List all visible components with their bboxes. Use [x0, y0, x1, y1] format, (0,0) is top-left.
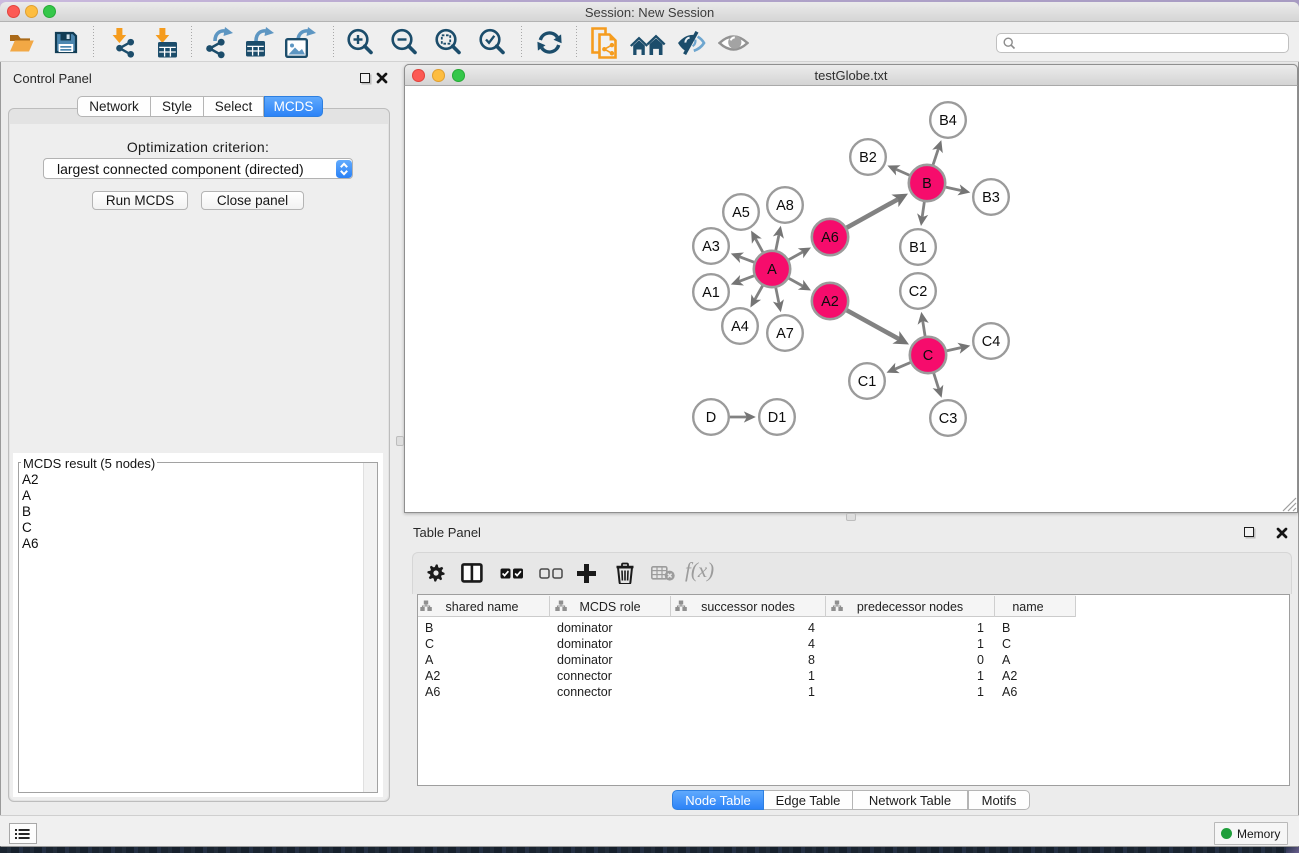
svg-text:C3: C3	[939, 411, 958, 427]
svg-text:A1: A1	[702, 285, 720, 301]
svg-text:A5: A5	[732, 205, 750, 221]
svg-text:A8: A8	[776, 198, 794, 214]
svg-text:B1: B1	[909, 240, 927, 256]
svg-text:C1: C1	[858, 374, 877, 390]
svg-text:B2: B2	[859, 150, 877, 166]
svg-text:A3: A3	[702, 239, 720, 255]
svg-text:B: B	[922, 176, 932, 192]
svg-text:C2: C2	[909, 284, 928, 300]
svg-text:D: D	[706, 410, 716, 426]
svg-text:D1: D1	[768, 410, 787, 426]
svg-text:A2: A2	[821, 294, 839, 310]
svg-text:A7: A7	[776, 326, 794, 342]
svg-text:C: C	[923, 348, 933, 364]
svg-text:A4: A4	[731, 319, 749, 335]
svg-text:A6: A6	[821, 230, 839, 246]
svg-text:B4: B4	[939, 113, 957, 129]
svg-text:C4: C4	[982, 334, 1001, 350]
svg-text:A: A	[767, 262, 777, 278]
svg-text:B3: B3	[982, 190, 1000, 206]
